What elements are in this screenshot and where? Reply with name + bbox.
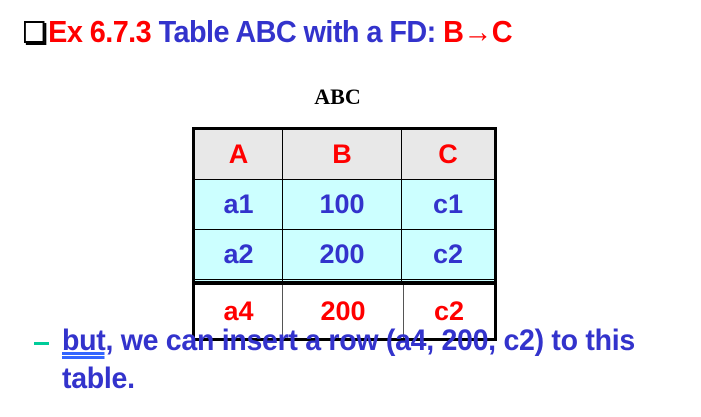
bullet-text: we can insert a row (a4, 200, c2) to thi… [62,324,635,395]
cell: 100 [282,179,402,230]
cell: 200 [282,229,402,280]
title-fd: B→C [443,14,512,49]
table-row: a2 200 c2 [193,229,496,280]
cell: c2 [401,229,496,280]
header-b: B [282,128,402,180]
table-header-row: A B C [193,128,496,180]
header-c: C [401,128,496,180]
slide-title: Ex 6.7.3 Table ABC with a FD: B→C [24,14,513,50]
header-a: A [193,128,283,180]
cell: a2 [193,229,283,280]
title-text: Table ABC with a FD: [151,14,444,49]
checkbox-bullet-icon [24,21,45,43]
cell: c1 [401,179,496,230]
table-row: a1 100 c1 [193,179,496,230]
dash-bullet-icon [34,342,49,345]
title-example-number: Ex 6.7.3 [48,14,152,49]
but-link[interactable]: but, [62,324,113,357]
cell: a1 [193,179,283,230]
bullet-point: but, we can insert a row (a4, 200, c2) t… [34,322,674,398]
table-caption: ABC [314,84,361,109]
